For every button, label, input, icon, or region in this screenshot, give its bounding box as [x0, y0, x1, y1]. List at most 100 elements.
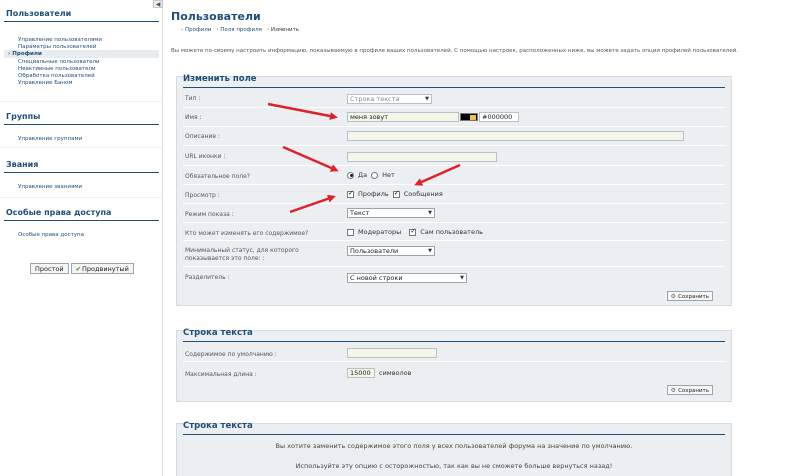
- chevron-down-icon: ▼: [428, 248, 432, 254]
- edit-field-title: Изменить поле: [183, 74, 257, 84]
- required-radios: Да Нет: [347, 171, 395, 179]
- sidebar-item-special-permissions[interactable]: Особые права доступа: [4, 231, 159, 238]
- panel-divider: [183, 341, 725, 342]
- save-text-options-button[interactable]: ⚙ Сохранить: [666, 385, 713, 395]
- sidebar-item-ban-management[interactable]: Управление Баном: [4, 79, 159, 86]
- moderators-checkbox[interactable]: [347, 228, 354, 236]
- moderators-label: Модераторы: [358, 228, 402, 236]
- color-input[interactable]: #000000: [479, 112, 519, 122]
- edit-field-panel: Изменить поле Тип : Строка текста ▼ Имя :…: [176, 74, 732, 306]
- view-label: Просмотр :: [185, 192, 220, 199]
- save-field-label: Сохранить: [678, 294, 709, 300]
- view-profile-checkbox[interactable]: [347, 189, 354, 198]
- name-label: Имя :: [185, 114, 202, 121]
- self-user-checkbox[interactable]: [409, 227, 417, 236]
- sidebar-section-ranks: Звания Управление званиями: [4, 158, 159, 190]
- row-divider: [183, 222, 725, 223]
- panel-divider: [183, 87, 725, 88]
- default-content-label: Содержимое по умолчанию :: [185, 351, 277, 358]
- sidebar-section-groups: Группы Управление группами: [4, 110, 159, 142]
- row-divider: [183, 145, 725, 146]
- name-input[interactable]: меня зовут: [347, 112, 459, 122]
- sidebar-divider: [0, 101, 163, 102]
- breadcrumb-profile-fields[interactable]: Поля профиля: [216, 27, 262, 33]
- min-status-value: Пользователи: [350, 247, 399, 255]
- reset-panel-title: Строка текста: [183, 421, 253, 431]
- advanced-mode-button[interactable]: ✔Продвинутый: [70, 263, 134, 274]
- reset-panel: Строка текста Вы хотите заменить содержи…: [176, 421, 732, 476]
- row-divider: [183, 165, 725, 166]
- sidebar-item-special-users[interactable]: Специальные пользователи: [4, 58, 159, 65]
- breadcrumb-edit: Изменить: [267, 27, 299, 33]
- sidebar-item-manage-groups[interactable]: Управление группами: [4, 135, 159, 142]
- display-mode-select[interactable]: Текст ▼: [347, 208, 435, 218]
- mode-switch: Простой ✔Продвинутый: [30, 263, 134, 274]
- max-length-label: Максимальная длина :: [185, 371, 257, 378]
- row-divider: [183, 361, 725, 362]
- icon-url-input[interactable]: [347, 152, 497, 162]
- breadcrumb: Профили Поля профиля Изменить: [181, 27, 299, 33]
- simple-mode-button[interactable]: Простой: [30, 263, 69, 274]
- main-content: Пользователи Профили Поля профиля Измени…: [163, 0, 800, 476]
- icon-url-label: URL иконки :: [185, 153, 226, 160]
- max-length-unit: символов: [379, 369, 412, 377]
- view-checkboxes: Профиль Сообщения: [347, 189, 443, 198]
- chevron-down-icon: ▼: [428, 210, 432, 216]
- page-title: Пользователи: [171, 10, 261, 23]
- gear-icon: ⚙: [670, 293, 677, 300]
- sidebar-item-profiles[interactable]: Профили: [4, 50, 159, 58]
- chevron-down-icon: ▼: [425, 96, 429, 102]
- sidebar-item-user-processing[interactable]: Обработка пользователей: [4, 72, 159, 79]
- name-row: меня зовут #000000: [347, 112, 519, 122]
- sidebar-title-permissions: Особые права доступа: [4, 206, 159, 221]
- reset-question-text: Вы хотите заменить содержимое этого поля…: [275, 442, 633, 450]
- default-content-input[interactable]: [347, 348, 437, 358]
- chevron-down-icon: ▼: [460, 275, 464, 281]
- display-mode-value: Текст: [350, 209, 370, 217]
- type-select[interactable]: Строка текста ▼: [347, 94, 432, 104]
- panel-divider: [183, 434, 725, 435]
- self-user-label: Сам пользователь: [420, 228, 483, 236]
- sidebar-divider: [0, 147, 163, 148]
- who-can-edit-label: Кто может изменять его содержимое?: [185, 230, 309, 237]
- sidebar-item-inactive-users[interactable]: Неактивные пользователи: [4, 65, 159, 72]
- sidebar-section-users: Пользователи Управление пользователями П…: [4, 7, 159, 86]
- who-can-edit-checkboxes: Модераторы Сам пользователь: [347, 227, 483, 236]
- max-length-row: 15000 символов: [347, 368, 411, 378]
- advanced-mode-label: Продвинутый: [82, 265, 129, 273]
- required-label: Обязательное поле?: [185, 173, 250, 180]
- view-messages-checkbox[interactable]: [392, 189, 400, 198]
- save-text-options-label: Сохранить: [678, 388, 709, 394]
- sidebar: ◀ Пользователи Управление пользователями…: [0, 0, 163, 476]
- intro-text: Вы можете по-своему настроить информацию…: [171, 48, 739, 54]
- text-options-title: Строка текста: [183, 328, 253, 338]
- required-yes-label: Да: [358, 171, 368, 179]
- type-select-value: Строка текста: [350, 95, 400, 103]
- separator-label: Разделитель :: [185, 274, 230, 281]
- separator-select[interactable]: С новой строки ▼: [347, 273, 467, 283]
- sidebar-item-user-params[interactable]: Параметры пользователей: [4, 43, 159, 50]
- type-label: Тип :: [185, 95, 201, 102]
- view-profile-label: Профиль: [358, 190, 389, 198]
- max-length-input[interactable]: 15000: [347, 368, 375, 378]
- view-messages-label: Сообщения: [403, 190, 443, 198]
- reset-warning-text: Используйте эту опцию с осторожностью, т…: [295, 462, 613, 470]
- required-no-radio[interactable]: [371, 171, 379, 179]
- row-divider: [183, 107, 725, 108]
- min-status-select[interactable]: Пользователи ▼: [347, 246, 435, 256]
- required-yes-radio[interactable]: [347, 171, 354, 179]
- row-divider: [183, 266, 725, 267]
- breadcrumb-profiles[interactable]: Профили: [181, 27, 211, 33]
- sidebar-title-groups: Группы: [4, 110, 159, 125]
- sidebar-item-manage-ranks[interactable]: Управление званиями: [4, 183, 159, 190]
- sidebar-divider: [0, 197, 163, 198]
- separator-value: С новой строки: [350, 274, 403, 282]
- description-input[interactable]: [347, 131, 684, 141]
- sidebar-item-manage-users[interactable]: Управление пользователями: [4, 36, 159, 43]
- color-picker-icon[interactable]: [460, 113, 478, 121]
- save-field-button[interactable]: ⚙ Сохранить: [666, 291, 713, 301]
- sidebar-section-permissions: Особые права доступа Особые права доступ…: [4, 206, 159, 238]
- display-mode-label: Режим показа :: [185, 211, 234, 218]
- name-and-color: меня зовут #000000: [347, 112, 519, 122]
- row-divider: [183, 240, 725, 241]
